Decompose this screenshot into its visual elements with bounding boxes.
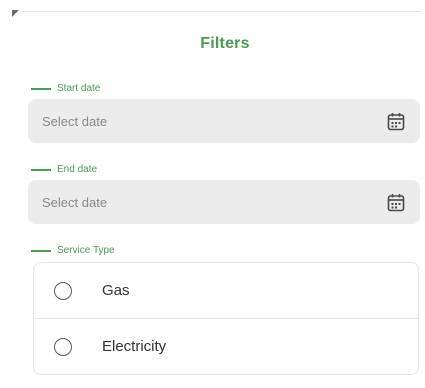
page-title: Filters: [200, 35, 250, 52]
radio-button[interactable]: [54, 281, 72, 300]
start-date-label-text: Start date: [57, 83, 101, 94]
radio-option-gas[interactable]: Gas: [34, 263, 418, 318]
corner-mark: [12, 10, 19, 17]
radio-option-electricity[interactable]: Electricity: [34, 318, 418, 374]
calendar-icon[interactable]: [386, 192, 406, 212]
end-date-placeholder: Select date: [42, 194, 108, 210]
end-date-field[interactable]: Select date: [28, 180, 420, 224]
top-divider: [20, 11, 422, 12]
label-dash: [31, 249, 51, 252]
filters-panel: Filters Start date Select date End date: [0, 0, 425, 388]
service-type-label-text: Service Type: [57, 245, 115, 256]
start-date-placeholder: Select date: [42, 113, 108, 129]
start-date-field[interactable]: Select date: [28, 99, 420, 143]
calendar-icon[interactable]: [386, 111, 406, 131]
service-type-radio-group: Gas Electricity: [33, 262, 419, 375]
end-date-label-text: End date: [57, 164, 98, 175]
radio-label-electricity: Electricity: [102, 338, 167, 355]
radio-label-gas: Gas: [102, 282, 130, 299]
label-dash: [31, 168, 51, 171]
end-date-label: End date: [31, 164, 97, 175]
label-dash: [31, 87, 51, 90]
start-date-label: Start date: [31, 83, 100, 94]
radio-button[interactable]: [54, 337, 72, 356]
service-type-label: Service Type: [31, 245, 115, 256]
